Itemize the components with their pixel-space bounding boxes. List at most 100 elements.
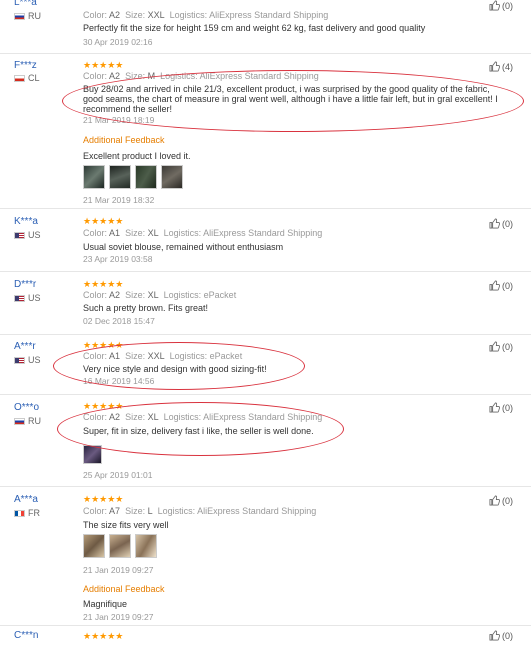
review-date: 21 Mar 2019 18:19 (83, 115, 155, 125)
country-code: RU (28, 416, 41, 426)
review-item: A***a FR ★★★★★ Color: A7 Size: L Logisti… (0, 487, 531, 626)
review-photo[interactable] (83, 445, 102, 464)
reviewer-name[interactable]: C***n (14, 630, 38, 641)
star-rating: ★★★★★ (83, 216, 124, 226)
helpful-button[interactable]: (0) (489, 402, 513, 413)
star-rating: ★★★★★ (83, 340, 124, 350)
helpful-button[interactable]: (0) (489, 280, 513, 291)
order-info: Color: A1 Size: XL Logistics: AliExpress… (83, 228, 323, 238)
reviewer-country: FR (14, 508, 40, 518)
usa-flag-icon (14, 231, 25, 239)
helpful-button[interactable]: (0) (489, 495, 513, 506)
reviewer-name[interactable]: D***r (14, 279, 36, 290)
reviewer-country: CL (14, 73, 40, 83)
thumbs-up-icon (489, 495, 500, 506)
usa-flag-icon (14, 356, 25, 364)
order-info: Color: A2 Size: XL Logistics: ePacket (83, 290, 237, 300)
reviewer-name[interactable]: A***a (14, 494, 38, 505)
review-text: Buy 28/02 and arrived in chile 21/3, exc… (83, 84, 498, 114)
star-rating: ★★★★★ (83, 494, 124, 504)
review-text: Such a pretty brown. Fits great! (83, 303, 209, 313)
review-date: 30 Apr 2019 02:16 (83, 37, 153, 47)
review-photos (83, 534, 157, 558)
review-date: 16 Mar 2019 14:56 (83, 376, 155, 386)
additional-feedback-title: Additional Feedback (83, 584, 165, 594)
helpful-count: (0) (502, 280, 513, 291)
thumbs-up-icon (489, 630, 500, 641)
helpful-count: (0) (502, 341, 513, 352)
review-item: A***r US ★★★★★ Color: A1 Size: XXL Logis… (0, 335, 531, 395)
country-code: US (28, 230, 41, 240)
additional-feedback-text: Excellent product I loved it. (83, 151, 191, 161)
reviewer-country: US (14, 355, 41, 365)
country-code: CL (28, 73, 40, 83)
star-rating: ★★★★★ (83, 60, 124, 70)
review-date: 25 Apr 2019 01:01 (83, 470, 153, 480)
thumbs-up-icon (489, 341, 500, 352)
review-photo[interactable] (161, 165, 183, 189)
russia-flag-icon (14, 417, 25, 425)
helpful-count: (0) (502, 630, 513, 641)
russia-flag-icon (14, 12, 25, 20)
order-info: Color: A2 Size: M Logistics: AliExpress … (83, 71, 319, 81)
review-text: Very nice style and design with good siz… (83, 364, 267, 374)
helpful-count: (0) (502, 0, 513, 11)
review-date: 23 Apr 2019 03:58 (83, 254, 153, 264)
review-photo[interactable] (135, 165, 157, 189)
review-item: D***r US ★★★★★ Color: A2 Size: XL Logist… (0, 272, 531, 335)
review-date: 02 Dec 2018 15:47 (83, 316, 155, 326)
reviewer-name[interactable]: F***z (14, 60, 37, 71)
review-item: L***a RU Color: A2 Size: XXL Logistics: … (0, 0, 531, 54)
country-code: RU (28, 11, 41, 21)
review-photo[interactable] (135, 534, 157, 558)
country-code: US (28, 355, 41, 365)
helpful-button[interactable]: (0) (489, 341, 513, 352)
helpful-count: (0) (502, 218, 513, 229)
reviewer-country: US (14, 293, 41, 303)
order-info: Color: A2 Size: XXL Logistics: AliExpres… (83, 10, 329, 20)
thumbs-up-icon (489, 280, 500, 291)
country-code: US (28, 293, 41, 303)
helpful-button[interactable]: (4) (489, 61, 513, 72)
additional-feedback-date: 21 Mar 2019 18:32 (83, 195, 155, 205)
additional-feedback-text: Magnifique (83, 599, 128, 609)
reviewer-country: RU (14, 11, 41, 21)
review-photo[interactable] (109, 165, 131, 189)
thumbs-up-icon (489, 61, 500, 72)
reviewer-name[interactable]: L***a (14, 0, 37, 8)
helpful-count: (0) (502, 402, 513, 413)
reviewer-country: US (14, 230, 41, 240)
chile-flag-icon (14, 74, 25, 82)
helpful-button[interactable]: (0) (489, 630, 513, 641)
reviewer-name[interactable]: K***a (14, 216, 38, 227)
star-rating: ★★★★★ (83, 631, 124, 641)
reviewer-country: RU (14, 416, 41, 426)
thumbs-up-icon (489, 402, 500, 413)
star-rating: ★★★★★ (83, 401, 124, 411)
helpful-button[interactable]: (0) (489, 218, 513, 229)
review-item: F***z CL ★★★★★ Color: A2 Size: M Logisti… (0, 54, 531, 209)
reviewer-name[interactable]: O***o (14, 402, 39, 413)
review-text: The size fits very well (83, 520, 169, 530)
review-photo[interactable] (83, 534, 105, 558)
country-code: FR (28, 508, 40, 518)
thumbs-up-icon (489, 0, 500, 11)
review-item: O***o RU ★★★★★ Color: A2 Size: XL Logist… (0, 395, 531, 487)
order-info: Color: A2 Size: XL Logistics: AliExpress… (83, 412, 323, 422)
usa-flag-icon (14, 294, 25, 302)
review-text: Super, fit in size, delivery fast i like… (83, 426, 314, 436)
france-flag-icon (14, 509, 25, 517)
review-date: 21 Jan 2019 09:27 (83, 565, 154, 575)
order-info: Color: A1 Size: XXL Logistics: ePacket (83, 351, 243, 361)
review-text: Perfectly fit the size for height 159 cm… (83, 23, 426, 33)
review-photos (83, 445, 102, 464)
review-item: K***a US ★★★★★ Color: A1 Size: XL Logist… (0, 209, 531, 272)
review-text: Usual soviet blouse, remained without en… (83, 242, 284, 252)
reviewer-name[interactable]: A***r (14, 341, 36, 352)
additional-feedback-title: Additional Feedback (83, 135, 165, 145)
helpful-button[interactable]: (0) (489, 0, 513, 11)
review-photo[interactable] (83, 165, 105, 189)
review-photo[interactable] (109, 534, 131, 558)
helpful-count: (4) (502, 61, 513, 72)
review-photos (83, 165, 183, 189)
